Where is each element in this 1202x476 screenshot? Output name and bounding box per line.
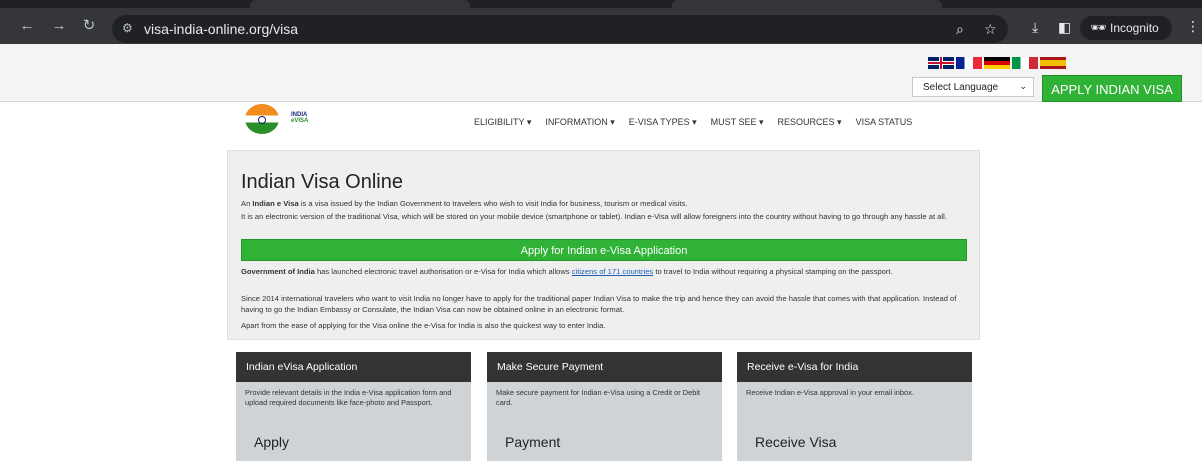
card-text: Receive Indian e-Visa approval in your e… [746,388,914,397]
logo-line2: eVISA [291,118,309,124]
card-receive[interactable]: Receive e-Visa for India Receive Indian … [737,352,972,461]
flag-france-icon[interactable] [956,57,982,69]
zoom-icon[interactable]: ⌕ [956,21,964,38]
ashoka-chakra-icon [258,116,266,124]
intro-paragraph: An Indian e Visa is a visa issued by the… [241,199,971,210]
incognito-icon: 🕶 [1090,20,1107,35]
gov-text: to travel to India without requiring a p… [653,267,893,276]
intro-bold: Indian e Visa [252,199,299,208]
citizens-countries-link[interactable]: citizens of 171 countries [572,267,653,276]
gov-bold: Government of India [241,267,315,276]
nav-must-see[interactable]: MUST SEE ▾ [711,117,764,128]
nav-information[interactable]: INFORMATION ▾ [545,117,614,128]
government-paragraph: Government of India has launched electro… [241,267,971,278]
browser-tab[interactable] [672,0,942,8]
flag-uk-icon[interactable] [928,57,954,69]
hero-section: Indian Visa Online An Indian e Visa is a… [227,150,980,340]
main-nav: ELIGIBILITY ▾ INFORMATION ▾ E-VISA TYPES… [474,117,926,128]
bookmark-star-icon[interactable]: ☆ [984,21,997,38]
site-info-icon[interactable]: ⚙ [122,21,133,35]
card-title: Indian eVisa Application [236,352,471,382]
card-apply[interactable]: Indian eVisa Application Provide relevan… [236,352,471,461]
browser-menu-icon[interactable]: ⋮ [1186,18,1200,35]
gov-text: has launched electronic travel authorisa… [314,267,572,276]
card-cta[interactable]: Payment [487,434,722,450]
reload-icon[interactable]: ↻ [80,18,98,34]
ease-paragraph: Apart from the ease of applying for the … [241,321,606,330]
flag-italy-icon[interactable] [1012,57,1038,69]
card-title: Make Secure Payment [487,352,722,382]
nav-label: E-VISA TYPES [628,117,690,127]
nav-label: INFORMATION [545,117,608,127]
address-bar[interactable]: ⚙ visa-india-online.org/visa ⌕ ☆ [112,15,1008,43]
card-text: Provide relevant details in the India e-… [245,388,452,407]
nav-evisa-types[interactable]: E-VISA TYPES ▾ [629,117,697,128]
card-cta[interactable]: Apply [236,434,471,450]
url-text[interactable]: visa-india-online.org/visa [144,21,298,37]
nav-label: VISA STATUS [855,117,913,127]
nav-label: RESOURCES [777,117,835,127]
browser-tab[interactable] [250,0,470,8]
download-icon[interactable]: ⤓ [1032,19,1038,36]
flag-spain-icon[interactable] [1040,57,1066,69]
site-topbar: Select Language ⌄ APPLY INDIAN VISA [0,44,1202,102]
nav-label: ELIGIBILITY [474,117,525,127]
card-payment[interactable]: Make Secure Payment Make secure payment … [487,352,722,461]
tab-strip [0,0,1202,8]
nav-visa-status[interactable]: VISA STATUS [856,117,913,128]
forward-icon[interactable]: → [50,18,68,34]
language-select[interactable]: Select Language ⌄ [912,77,1034,97]
history-paragraph: Since 2014 international travelers who w… [241,294,957,314]
incognito-badge[interactable]: 🕶 Incognito [1080,16,1172,40]
browser-toolbar: ← → ↻ ⚙ visa-india-online.org/visa ⌕ ☆ ⤓… [0,0,1202,44]
language-flags [928,57,1066,69]
side-panel-icon[interactable]: ◧ [1058,19,1071,36]
description-paragraph: It is an electronic version of the tradi… [241,212,947,221]
nav-resources[interactable]: RESOURCES ▾ [778,117,842,128]
incognito-label: Incognito [1110,21,1159,35]
card-title: Receive e-Visa for India [737,352,972,382]
language-select-value: Select Language [923,82,999,93]
back-icon[interactable]: ← [18,18,36,34]
card-cta[interactable]: Receive Visa [737,434,972,450]
apply-evisa-application-button[interactable]: Apply for Indian e-Visa Application [241,239,967,261]
chevron-down-icon: ⌄ [1019,81,1027,91]
page-title: Indian Visa Online [241,171,403,193]
card-text: Make secure payment for Indian e-Visa us… [496,388,701,407]
intro-text: is a visa issued by the Indian Governmen… [298,199,688,208]
nav-label: MUST SEE [710,117,757,127]
logo-text[interactable]: INDIA eVISA [291,112,308,124]
apply-indian-visa-button[interactable]: APPLY INDIAN VISA [1042,75,1182,102]
nav-eligibility[interactable]: ELIGIBILITY ▾ [474,117,531,128]
flag-germany-icon[interactable] [984,57,1010,69]
intro-text: An [241,199,253,208]
